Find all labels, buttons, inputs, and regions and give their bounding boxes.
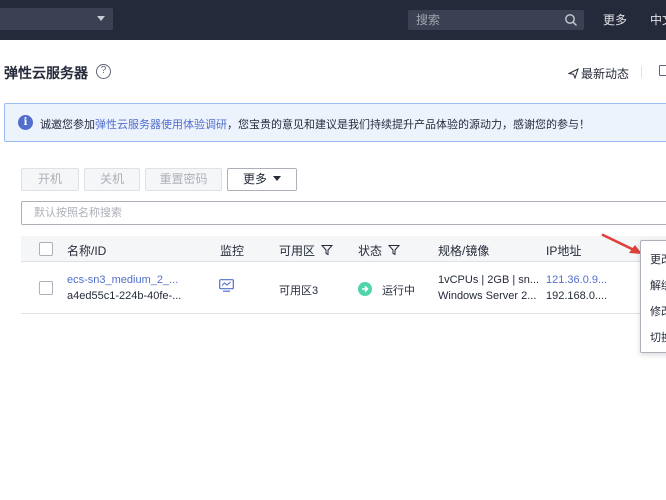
global-search[interactable]: [408, 10, 584, 30]
instance-name-link[interactable]: ecs-sn3_medium_2_...: [67, 274, 178, 286]
menu-item-unbind[interactable]: 解绑: [650, 277, 666, 293]
filter-icon[interactable]: [321, 244, 334, 256]
menu-item-change[interactable]: 更改: [650, 251, 666, 267]
top-more-menu[interactable]: 更多: [603, 11, 627, 28]
instance-status: 运行中: [382, 285, 415, 297]
private-ip: 192.168.0....: [546, 290, 608, 302]
menu-item-modify[interactable]: 修改: [650, 303, 666, 319]
menu-item-switch[interactable]: 切换: [650, 329, 666, 345]
more-actions-label: 更多: [242, 172, 267, 186]
running-status-icon: [358, 282, 372, 296]
stop-button[interactable]: 关机: [84, 168, 140, 191]
col-monitor: 监控: [220, 244, 245, 258]
region-select[interactable]: [0, 8, 113, 30]
instance-image: Windows Server 2...: [438, 290, 537, 302]
reset-password-button[interactable]: 重置密码: [145, 168, 222, 191]
col-name-id: 名称/ID: [67, 244, 107, 258]
survey-notice: i 诚邀您参加弹性云服务器使用体验调研，您宝贵的意见和建议是我们持续提升产品体验…: [4, 103, 666, 142]
instance-az: 可用区3: [279, 285, 319, 297]
public-ip[interactable]: 121.36.0.9...: [546, 274, 607, 286]
language-switch[interactable]: 中文: [650, 11, 666, 28]
more-actions-button[interactable]: 更多: [227, 168, 297, 191]
filter-icon[interactable]: [388, 244, 401, 256]
help-icon[interactable]: ?: [96, 64, 111, 79]
latest-news-link[interactable]: 最新动态: [568, 65, 629, 82]
table-row: ecs-sn3_medium_2_... a4ed55c1-224b-40fe-…: [21, 262, 666, 314]
top-navbar: 更多 中文: [0, 0, 666, 40]
col-ip: IP地址: [546, 244, 582, 258]
caret-down-icon: [273, 176, 281, 181]
more-actions-dropdown: 更改 解绑 修改 切换: [640, 240, 666, 353]
instance-spec: 1vCPUs | 2GB | sn...: [438, 274, 540, 286]
info-icon: i: [18, 115, 33, 130]
header-divider: [641, 66, 642, 78]
start-button[interactable]: 开机: [21, 168, 79, 191]
col-spec: 规格/镜像: [438, 244, 490, 258]
search-icon[interactable]: [564, 13, 578, 27]
table-header: 名称/ID 监控 可用区 状态 规格/镜像 IP地址: [21, 236, 666, 262]
name-filter-input[interactable]: [34, 205, 434, 221]
global-search-input[interactable]: [416, 12, 556, 28]
send-icon: [568, 68, 579, 79]
col-az: 可用区: [279, 242, 334, 259]
survey-link[interactable]: 弹性云服务器使用体验调研: [95, 119, 227, 131]
name-filter[interactable]: [21, 201, 666, 225]
notice-text: 诚邀您参加弹性云服务器使用体验调研，您宝贵的意见和建议是我们持续提升产品体验的源…: [40, 116, 590, 132]
document-icon[interactable]: [659, 65, 666, 76]
col-az-label: 可用区: [279, 244, 316, 258]
instance-id: a4ed55c1-224b-40fe-...: [67, 290, 182, 302]
notice-prefix: 诚邀您参加: [40, 119, 95, 131]
notice-suffix: ，您宝贵的意见和建议是我们持续提升产品体验的源动力，感谢您的参与！: [227, 119, 590, 131]
page-title: 弹性云服务器: [4, 65, 88, 81]
latest-news-label: 最新动态: [581, 67, 630, 81]
select-all-checkbox[interactable]: [39, 242, 53, 256]
annotation-arrow: [601, 233, 642, 254]
row-checkbox[interactable]: [39, 281, 53, 295]
col-status-label: 状态: [358, 244, 383, 258]
col-status: 状态: [358, 242, 401, 259]
chevron-down-icon: [97, 16, 105, 21]
monitor-icon[interactable]: [219, 279, 234, 292]
